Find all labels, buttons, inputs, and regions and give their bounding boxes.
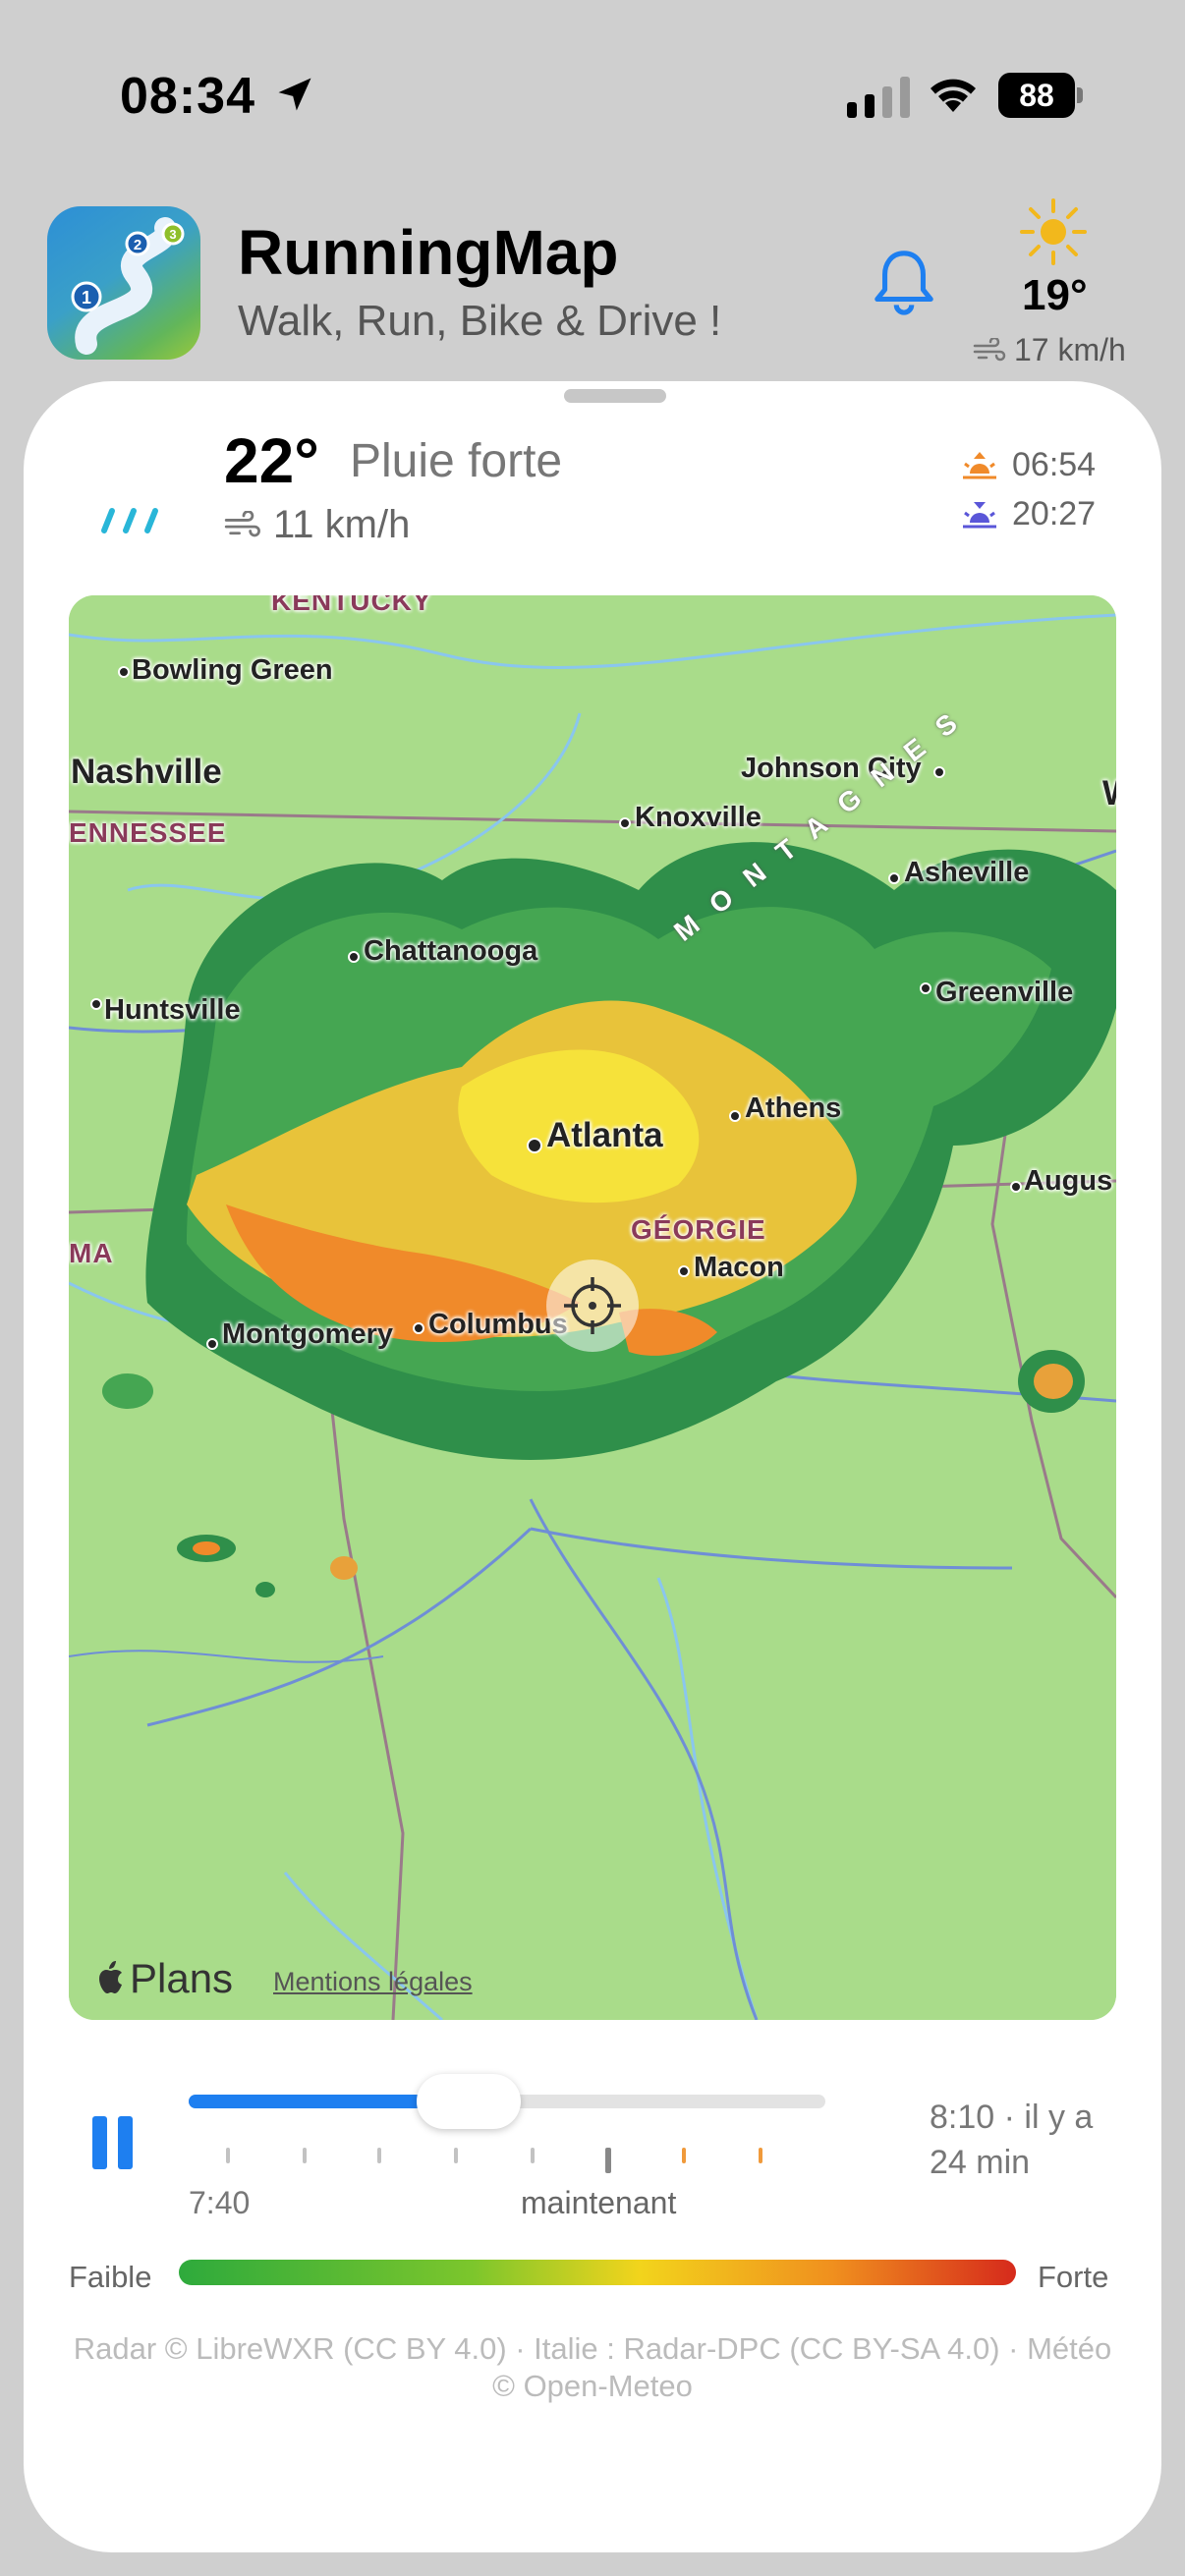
- timeline-tick-now: [605, 2148, 611, 2173]
- timeline-tick: [454, 2148, 458, 2163]
- header-temperature: 19°: [1022, 271, 1088, 319]
- current-wind: 11 km/h: [224, 503, 410, 547]
- map-dot-columbus: [413, 1322, 424, 1334]
- header-wind-speed: 17 km/h: [1014, 332, 1126, 367]
- timeline-time-ago: 8:10 · il y a 24 min: [930, 2099, 1094, 2181]
- map-label-chattanooga: Chattanooga: [364, 935, 538, 967]
- current-wind-speed: 11 km/h: [273, 503, 411, 546]
- sunset-time: 20:27: [1012, 495, 1097, 532]
- map-label-kentucky: KENTUCKY: [271, 595, 432, 616]
- map-label-asheville: Asheville: [904, 857, 1030, 888]
- battery-level: 88: [998, 73, 1075, 118]
- timeline-tick: [531, 2148, 535, 2163]
- map-label-huntsville: Huntsville: [104, 994, 241, 1026]
- map-dot-greenville: [920, 982, 931, 994]
- sunset: 20:27: [959, 495, 1096, 533]
- timeline-slider[interactable]: [189, 2074, 825, 2129]
- weather-sheet: 22° Pluie forte 11 km/h 06:54 20:27 KENT…: [24, 381, 1161, 2552]
- crosshair-icon: [564, 1277, 621, 1334]
- timeline-thumb[interactable]: [417, 2074, 521, 2129]
- current-temperature: 22°: [224, 425, 319, 496]
- map-label-edge: W: [1102, 774, 1116, 813]
- notifications-bell-icon[interactable]: [873, 248, 935, 316]
- sheet-grabber[interactable]: [564, 389, 666, 403]
- map-label-nashville: Nashville: [71, 753, 222, 791]
- intensity-low-label: Faible: [69, 2260, 152, 2294]
- radar-map[interactable]: KENTUCKY Bowling Green Nashville ENNESSE…: [69, 595, 1116, 2020]
- clock: 08:34: [120, 68, 255, 125]
- battery-indicator: 88: [998, 73, 1083, 118]
- maps-attribution-text: Plans: [130, 1955, 234, 2001]
- status-bar: 08:34 88: [0, 0, 1185, 196]
- timeline-start-label: 7:40: [189, 2185, 251, 2220]
- app-logo: 1 2 3: [47, 206, 200, 360]
- timeline-tick: [226, 2148, 230, 2163]
- timeline-tick-forecast: [682, 2148, 686, 2163]
- map-label-knoxville: Knoxville: [635, 802, 762, 833]
- map-dot-chattanooga: [348, 951, 360, 963]
- app-title: RunningMap: [238, 217, 619, 288]
- map-dot-atlanta: [527, 1138, 542, 1153]
- map-label-athens: Athens: [745, 1092, 842, 1124]
- map-dot-huntsville: [90, 998, 102, 1010]
- svg-text:2: 2: [134, 237, 141, 253]
- map-dot-johnson-city: [933, 766, 945, 778]
- maps-attribution: Plans: [96, 1955, 233, 2002]
- sunset-icon: [963, 501, 996, 528]
- svg-text:3: 3: [169, 227, 176, 242]
- apple-logo-icon: [99, 1961, 122, 1993]
- map-dot-bowling-green: [118, 666, 130, 678]
- map-label-bowling-green: Bowling Green: [132, 654, 333, 686]
- map-dot-macon: [678, 1265, 690, 1277]
- map-label-alabama: MA: [69, 1238, 114, 1268]
- map-label-augusta: Augus: [1024, 1165, 1113, 1197]
- location-arrow-icon: [278, 78, 311, 111]
- cellular-signal-icon: [847, 77, 910, 118]
- timeline-tick-forecast: [759, 2148, 762, 2163]
- pause-button[interactable]: [92, 2116, 138, 2169]
- svg-text:1: 1: [82, 288, 91, 308]
- sunrise: 06:54: [959, 446, 1096, 484]
- wind-icon: [973, 337, 1006, 361]
- app-subtitle: Walk, Run, Bike & Drive !: [238, 297, 722, 345]
- map-dot-montgomery: [206, 1338, 218, 1350]
- timeline-progress: [189, 2095, 423, 2108]
- wifi-icon: [931, 79, 976, 112]
- locate-me-button[interactable]: [546, 1260, 639, 1352]
- legal-notice-link[interactable]: Mentions légales: [273, 1967, 473, 1997]
- rain-icon: [101, 508, 158, 533]
- map-label-greenville: Greenville: [935, 977, 1074, 1008]
- intensity-gradient-bar: [179, 2260, 1016, 2285]
- map-label-georgie: GÉORGIE: [631, 1214, 766, 1245]
- current-condition: Pluie forte: [350, 435, 563, 487]
- sun-icon: [1020, 198, 1087, 265]
- map-label-montgomery: Montgomery: [222, 1318, 393, 1350]
- map-dot-athens: [729, 1110, 741, 1122]
- data-credits: Radar © LibreWXR (CC BY 4.0) · Italie : …: [73, 2331, 1112, 2403]
- intensity-high-label: Forte: [1038, 2260, 1109, 2294]
- map-dot-asheville: [888, 872, 900, 884]
- map-dot-augusta: [1010, 1181, 1022, 1193]
- map-label-macon: Macon: [694, 1252, 784, 1283]
- timeline-tick: [377, 2148, 381, 2163]
- sunrise-icon: [963, 451, 996, 478]
- map-label-atlanta: Atlanta: [546, 1116, 663, 1154]
- sunrise-time: 06:54: [1012, 446, 1097, 483]
- timeline-now-label: maintenant: [521, 2185, 677, 2220]
- map-dot-knoxville: [619, 817, 631, 829]
- timeline-tick: [303, 2148, 307, 2163]
- header-wind: 17 km/h: [973, 332, 1126, 368]
- map-label-tennessee: ENNESSEE: [69, 817, 227, 848]
- wind-icon: [224, 510, 260, 536]
